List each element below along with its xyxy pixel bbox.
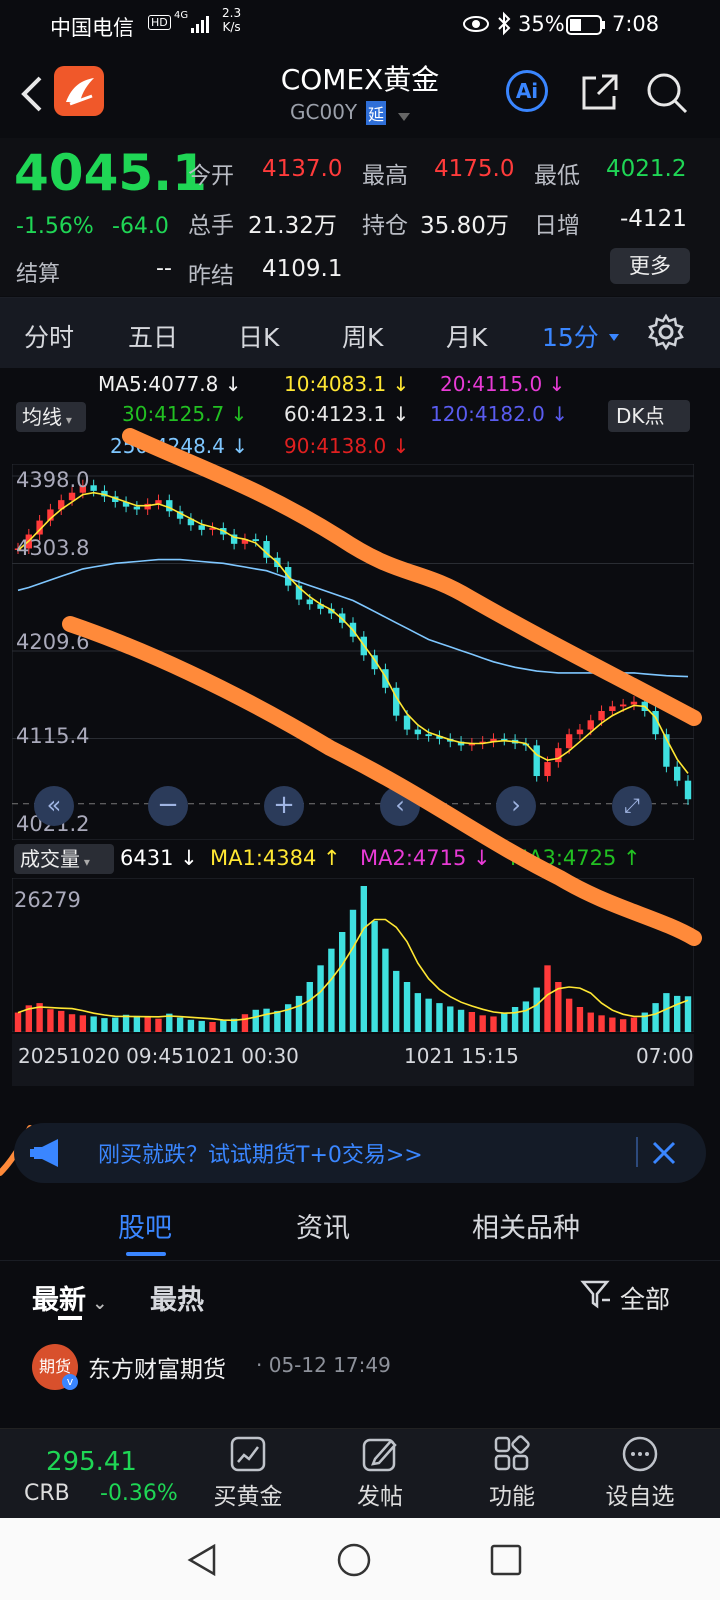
carrier-name: 中国电信 [50,16,134,40]
prev-settle-label: 昨结 [188,263,234,289]
functions-label: 功能 [489,1484,535,1510]
tab-15min[interactable]: 15分 [542,318,599,354]
bluetooth-icon [496,11,512,42]
low-value: 4021.2 [606,156,687,182]
nav-recents-icon[interactable] [488,1542,524,1582]
app-logo-icon[interactable] [54,66,104,116]
more-button[interactable]: 更多 [610,248,690,284]
buy-chart-icon [230,1436,266,1472]
tab-intraday[interactable]: 分时 [24,318,74,354]
back-icon[interactable] [16,72,46,120]
filter-all[interactable]: 全部 [620,1280,670,1316]
filter-latest[interactable]: 最新 ⌄ [32,1278,107,1317]
system-nav-bar [0,1518,720,1600]
top-bar: COMEX黄金 GC00Y 延 Ai [0,52,720,139]
add-watchlist-label: 设自选 [605,1484,675,1510]
high-label: 最高 [362,163,408,189]
tab-active-indicator [126,1252,166,1256]
more-dots-icon [622,1436,658,1472]
open-interest-value: 35.80万 [420,213,509,239]
chart-settings-icon[interactable] [646,312,686,356]
post-label: 发帖 [357,1484,403,1510]
post-time: · 05-12 17:49 [256,1353,391,1377]
daily-increase-value: -4121 [620,206,687,232]
functions-button[interactable]: 功能 [462,1435,562,1511]
network-type: 4G [174,10,189,21]
nav-home-icon[interactable] [336,1542,372,1582]
tab-monthly-k[interactable]: 月K [446,318,487,354]
net-speed: 2.3 K/s [222,6,241,34]
filter-active-indicator [58,1316,82,1320]
verified-icon: v [62,1374,78,1390]
battery-icon [566,14,606,41]
clock: 7:08 [612,12,660,36]
promo-text[interactable]: 刚买就跌？试试期货T+0交易>> [98,1137,423,1169]
filter-hot[interactable]: 最热 [150,1278,204,1317]
eye-icon [462,12,490,41]
tab-news[interactable]: 资讯 [296,1206,350,1245]
last-price: 4045.1 [14,144,207,202]
nav-back-icon[interactable] [184,1542,220,1582]
tab-15min-dropdown-icon[interactable] [608,328,620,347]
page-title: COMEX黄金 [280,63,440,96]
period-tabs: 分时 五日 日K 周K 月K 15分 [0,297,720,369]
status-bar: 中国电信 HD 4G 2.3 K/s 35% 7:08 [0,0,720,52]
post-author[interactable]: 东方财富期货 [88,1350,226,1384]
section-tabs: 股吧 资讯 相关品种 [0,1192,720,1261]
quote-panel: 4045.1 -1.56% -64.0 结算 -- 今开 4137.0 最高 4… [0,138,720,296]
filter-icon[interactable] [580,1278,612,1314]
volume-label: 总手 [188,213,234,239]
change-value: -64.0 [112,214,169,239]
forum-post[interactable]: 期货 v 东方财富期货 · 05-12 17:49 [0,1330,720,1428]
crb-label: CRB [24,1481,70,1506]
bottom-toolbar: 295.41 CRB -0.36% 买黄金 发帖 功能 设自选 [0,1428,720,1519]
tab-five-day[interactable]: 五日 [128,318,178,354]
post-filters: 最新 ⌄ 最热 全部 [0,1260,720,1330]
edit-icon [362,1438,397,1472]
prev-settle-value: 4109.1 [262,256,343,282]
net-speed-unit: K/s [222,20,241,34]
change-percent: -1.56% [16,214,94,239]
crb-value[interactable]: 295.41 [46,1447,137,1477]
megaphone-icon [28,1137,68,1173]
tab-related[interactable]: 相关品种 [472,1206,580,1245]
close-icon[interactable] [646,1135,682,1175]
signal-icon [190,14,210,34]
annotation-strokes [0,428,702,1176]
delay-badge: 延 [366,101,387,125]
battery-percent: 35% [518,12,565,36]
volume-value: 21.32万 [248,213,337,239]
tab-daily-k[interactable]: 日K [238,318,279,354]
promo-banner[interactable]: 刚买就跌？试试期货T+0交易>> [14,1123,706,1183]
contract-dropdown-icon[interactable] [396,108,412,127]
add-watchlist-button[interactable]: 设自选 [590,1435,690,1511]
settle-value: -- [156,256,172,281]
buy-gold-label: 买黄金 [213,1484,283,1510]
ai-button[interactable]: Ai [506,70,548,112]
filter-latest-label: 最新 [32,1285,86,1316]
grid-icon [494,1435,530,1471]
high-value: 4175.0 [434,156,515,182]
low-label: 最低 [534,163,580,189]
search-icon[interactable] [644,70,690,120]
net-speed-value: 2.3 [222,6,242,20]
share-icon[interactable] [578,70,622,118]
open-interest-label: 持仓 [362,213,408,239]
contract-code[interactable]: GC00Y [290,100,357,124]
crb-change: -0.36% [100,1481,178,1506]
daily-increase-label: 日增 [534,213,580,239]
open-label: 今开 [188,163,234,189]
annotation-stroke [122,428,702,726]
tab-weekly-k[interactable]: 周K [342,318,383,354]
post-button[interactable]: 发帖 [330,1435,430,1511]
hd-badge: HD [148,15,171,30]
banner-divider [636,1137,638,1167]
settle-label: 结算 [16,262,61,287]
open-value: 4137.0 [262,156,343,182]
buy-gold-button[interactable]: 买黄金 [198,1435,298,1511]
tab-forum[interactable]: 股吧 [118,1206,172,1245]
